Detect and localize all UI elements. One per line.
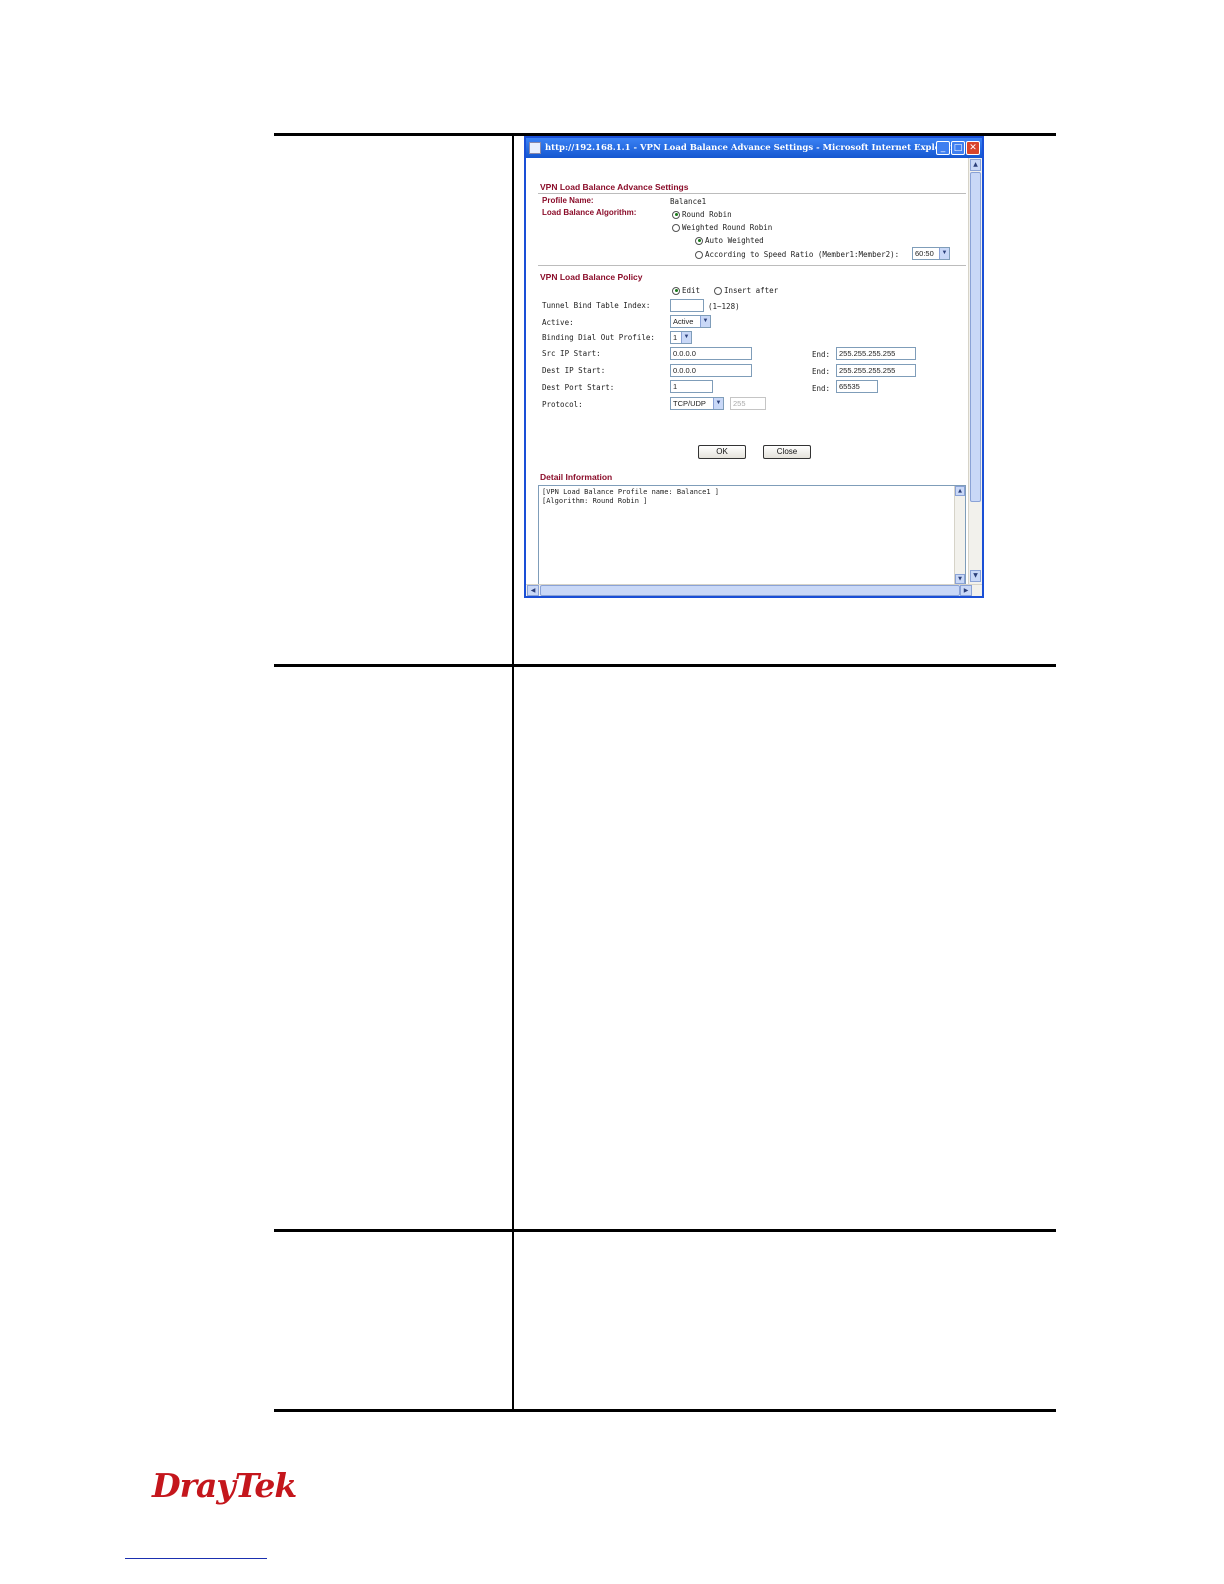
speed-ratio-select[interactable]: 60:50 ▼ xyxy=(912,247,950,260)
minimize-button[interactable]: _ xyxy=(936,141,950,155)
src-ip-start-input[interactable]: 0.0.0.0 xyxy=(670,347,752,360)
chevron-down-icon: ▼ xyxy=(700,316,710,327)
detail-information-title: Detail Information xyxy=(540,472,613,482)
tunnel-index-hint: (1~128) xyxy=(708,302,740,311)
vertical-scrollbar[interactable]: ▲ ▼ xyxy=(968,158,982,584)
dest-ip-label: Dest IP Start: xyxy=(542,366,606,375)
logo-text-tek: Tek xyxy=(234,1466,298,1505)
dest-port-start-input[interactable]: 1 xyxy=(670,380,713,393)
profile-name-value: Balance1 xyxy=(670,197,707,206)
detail-line: [VPN Load Balance Profile name: Balance1… xyxy=(542,488,720,496)
maximize-button[interactable]: □ xyxy=(951,141,965,155)
scroll-up-icon[interactable]: ▲ xyxy=(955,486,965,496)
select-value: Active xyxy=(673,317,694,326)
textarea-scrollbar[interactable]: ▲ ▼ xyxy=(954,486,965,584)
radio-label: Round Robin xyxy=(682,210,732,219)
src-ip-end-label: End: xyxy=(812,350,831,359)
radio-unchecked-icon xyxy=(714,286,722,295)
window-close-button[interactable]: ✕ xyxy=(966,141,980,155)
select-value: TCP/UDP xyxy=(673,399,706,408)
scroll-down-icon[interactable]: ▼ xyxy=(955,574,965,584)
radio-unchecked-icon xyxy=(672,223,680,232)
advance-settings-title: VPN Load Balance Advance Settings xyxy=(540,182,689,192)
scroll-left-icon[interactable]: ◀ xyxy=(527,585,539,596)
select-value: 1 xyxy=(673,333,678,342)
dest-ip-end-input[interactable]: 255.255.255.255 xyxy=(836,364,916,377)
algorithm-label: Load Balance Algorithm: xyxy=(542,208,637,217)
radio-edit[interactable]: Edit xyxy=(672,286,700,295)
page-content: VPN Load Balance Advance Settings Profil… xyxy=(526,158,968,584)
src-ip-end-input[interactable]: 255.255.255.255 xyxy=(836,347,916,360)
scroll-right-icon[interactable]: ▶ xyxy=(960,585,972,596)
ie-popup-window: http://192.168.1.1 - VPN Load Balance Ad… xyxy=(524,136,984,598)
radio-unchecked-icon xyxy=(695,250,703,259)
src-ip-label: Src IP Start: xyxy=(542,349,601,358)
chevron-down-icon: ▼ xyxy=(939,248,949,259)
table-row-rule-1 xyxy=(274,664,1056,667)
section-divider xyxy=(538,265,966,266)
dest-port-end-label: End: xyxy=(812,384,831,393)
active-select[interactable]: Active ▼ xyxy=(670,315,711,328)
radio-label: Auto Weighted xyxy=(705,236,764,245)
ok-button[interactable]: OK xyxy=(698,445,746,459)
dest-port-label: Dest Port Start: xyxy=(542,383,615,392)
profile-name-label: Profile Name: xyxy=(542,196,594,205)
close-button[interactable]: Close xyxy=(763,445,811,459)
footer-link-underline[interactable] xyxy=(125,1558,267,1559)
ie-page-icon xyxy=(529,142,541,154)
protocol-label: Protocol: xyxy=(542,400,583,409)
detail-information-textarea[interactable]: [VPN Load Balance Profile name: Balance1… xyxy=(538,485,966,584)
radio-round-robin[interactable]: Round Robin xyxy=(672,210,732,219)
radio-auto-weighted[interactable]: Auto Weighted xyxy=(695,236,764,245)
radio-label: Insert after xyxy=(724,286,779,295)
scroll-up-icon[interactable]: ▲ xyxy=(970,159,981,171)
policy-section-title: VPN Load Balance Policy xyxy=(540,272,643,282)
table-column-divider xyxy=(512,133,514,1412)
dest-port-end-input[interactable]: 65535 xyxy=(836,380,878,393)
draytek-logo: DrayTek xyxy=(152,1466,298,1505)
dest-ip-end-label: End: xyxy=(812,367,831,376)
tunnel-index-input[interactable] xyxy=(670,299,704,312)
window-title: http://192.168.1.1 - VPN Load Balance Ad… xyxy=(545,143,955,153)
radio-weighted-round-robin[interactable]: Weighted Round Robin xyxy=(672,223,772,232)
window-titlebar: http://192.168.1.1 - VPN Load Balance Ad… xyxy=(526,138,982,158)
radio-insert-after[interactable]: Insert after xyxy=(714,286,778,295)
chevron-down-icon: ▼ xyxy=(681,332,691,343)
protocol-number-input: 255 xyxy=(730,397,766,410)
scroll-down-icon[interactable]: ▼ xyxy=(970,570,981,582)
table-row-rule-2 xyxy=(274,1229,1056,1232)
radio-checked-icon xyxy=(695,236,703,245)
tunnel-index-label: Tunnel Bind Table Index: xyxy=(542,301,651,310)
radio-checked-icon xyxy=(672,286,680,295)
table-bottom-rule xyxy=(274,1409,1056,1412)
radio-label: According to Speed Ratio (Member1:Member… xyxy=(705,250,900,259)
chevron-down-icon: ▼ xyxy=(713,398,723,409)
select-value: 60:50 xyxy=(915,249,934,258)
active-label: Active: xyxy=(542,318,574,327)
binding-profile-label: Binding Dial Out Profile: xyxy=(542,333,655,342)
logo-text-dray: Dray xyxy=(152,1466,236,1505)
scrollbar-thumb[interactable] xyxy=(540,585,960,596)
radio-label: Weighted Round Robin xyxy=(682,223,773,232)
radio-label: Edit xyxy=(682,286,701,295)
section-divider xyxy=(538,193,966,194)
radio-speed-ratio[interactable]: According to Speed Ratio (Member1:Member… xyxy=(695,250,899,259)
detail-line: [Algorithm: Round Robin ] xyxy=(542,497,648,505)
protocol-select[interactable]: TCP/UDP ▼ xyxy=(670,397,724,410)
scrollbar-thumb[interactable] xyxy=(970,172,981,502)
radio-checked-icon xyxy=(672,210,680,219)
horizontal-scrollbar[interactable]: ◀ ▶ xyxy=(526,584,982,596)
dest-ip-start-input[interactable]: 0.0.0.0 xyxy=(670,364,752,377)
binding-profile-select[interactable]: 1 ▼ xyxy=(670,331,692,344)
